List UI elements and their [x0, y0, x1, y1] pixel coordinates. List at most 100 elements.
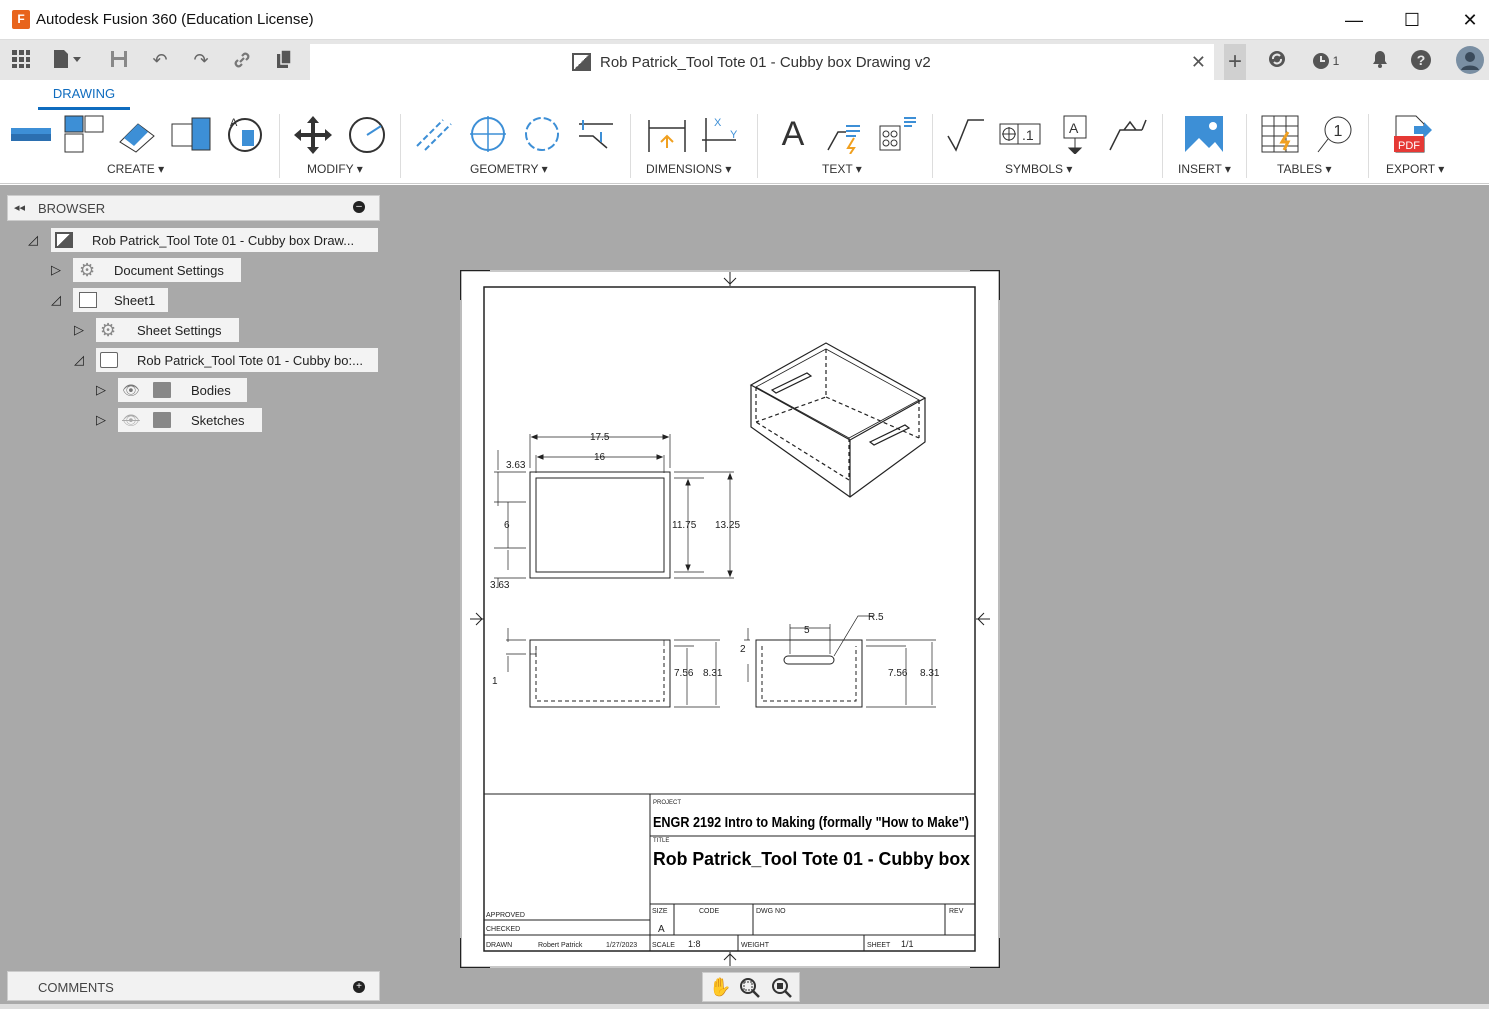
- extensions-icon[interactable]: [1266, 49, 1288, 71]
- document-tab[interactable]: Rob Patrick_Tool Tote 01 - Cubby box Dra…: [310, 44, 1214, 80]
- section-view-icon[interactable]: [116, 114, 158, 154]
- user-avatar[interactable]: [1455, 45, 1485, 75]
- data-panel-grid-icon[interactable]: [10, 49, 32, 71]
- group-export[interactable]: EXPORT ▾: [1386, 162, 1444, 176]
- browser-sketches[interactable]: 👁 Sketches: [118, 408, 262, 432]
- help-icon[interactable]: ?: [1410, 49, 1432, 71]
- expand-triangle-icon[interactable]: ▷: [74, 322, 84, 338]
- datum-identifier-icon[interactable]: A: [1054, 114, 1096, 155]
- text-icon[interactable]: A: [772, 114, 814, 154]
- expand-triangle-icon[interactable]: ◿: [51, 292, 61, 308]
- group-geometry[interactable]: GEOMETRY ▾: [470, 162, 548, 176]
- tree-label: Rob Patrick_Tool Tote 01 - Cubby bo:...: [137, 353, 363, 368]
- window-title: Autodesk Fusion 360 (Education License): [36, 11, 314, 28]
- visibility-eye-icon[interactable]: 👁: [122, 382, 140, 398]
- group-text[interactable]: TEXT ▾: [822, 162, 862, 176]
- ribbon-separator: [279, 114, 280, 178]
- browser-component-view[interactable]: Rob Patrick_Tool Tote 01 - Cubby bo:...: [96, 348, 378, 372]
- zoom-window-icon[interactable]: [739, 977, 761, 1004]
- dwgno-label: DWG NO: [756, 908, 786, 915]
- expand-triangle-icon[interactable]: ▷: [51, 262, 61, 278]
- expand-triangle-icon[interactable]: ▷: [96, 412, 106, 428]
- file-menu-icon[interactable]: [52, 49, 81, 71]
- redo-icon[interactable]: ↷: [190, 49, 212, 71]
- leader-icon[interactable]: [824, 114, 866, 155]
- visibility-hidden-icon[interactable]: 👁: [122, 412, 140, 428]
- maximize-button[interactable]: ☐: [1389, 4, 1435, 36]
- table-icon[interactable]: [1260, 114, 1302, 154]
- browser-root-document[interactable]: Rob Patrick_Tool Tote 01 - Cubby box Dra…: [51, 228, 378, 252]
- tree-label: Document Settings: [114, 263, 224, 278]
- surface-texture-icon[interactable]: [944, 114, 986, 154]
- feature-control-frame-icon[interactable]: .1: [998, 114, 1041, 154]
- job-status-icon[interactable]: 1: [1308, 49, 1342, 71]
- welding-symbol-icon[interactable]: [1106, 114, 1148, 154]
- balloon-icon[interactable]: 1: [1314, 114, 1356, 154]
- centerline-icon[interactable]: [413, 114, 455, 154]
- group-tables[interactable]: TABLES ▾: [1277, 162, 1332, 176]
- notifications-bell-icon[interactable]: [1369, 49, 1391, 71]
- add-comment-icon[interactable]: +: [353, 981, 365, 993]
- comments-panel[interactable]: COMMENTS +: [7, 971, 380, 1001]
- insert-image-icon[interactable]: [1183, 114, 1225, 154]
- group-dimensions[interactable]: DIMENSIONS ▾: [646, 162, 731, 176]
- browser-sheet1[interactable]: Sheet1: [73, 288, 168, 312]
- close-window-button[interactable]: ✕: [1447, 4, 1489, 36]
- group-modify[interactable]: MODIFY ▾: [307, 162, 363, 176]
- svg-text:.1: .1: [1022, 127, 1034, 143]
- ordinate-dimension-icon[interactable]: XY: [700, 114, 742, 154]
- pan-hand-icon[interactable]: ✋: [709, 977, 731, 998]
- gear-icon: ⚙: [100, 320, 117, 340]
- ribbon-separator: [1162, 114, 1163, 178]
- edge-extension-icon[interactable]: [575, 114, 617, 154]
- dim-front-h-in: 7.56: [674, 668, 694, 679]
- detail-view-icon[interactable]: [170, 114, 212, 154]
- dim-slot-len: 5: [804, 625, 810, 636]
- status-strip: [0, 1004, 1489, 1009]
- expand-triangle-icon[interactable]: ◿: [74, 352, 84, 368]
- link-icon[interactable]: [231, 49, 253, 71]
- break-view-icon[interactable]: A: [224, 114, 266, 154]
- drawing-svg: 17.5 16 3.63 6 3.63 11.75 13.25 1 7.56 8…: [459, 269, 1001, 969]
- dim-front-h-out: 8.31: [703, 668, 723, 679]
- expand-triangle-icon[interactable]: ◿: [28, 232, 38, 248]
- drawing-sheet[interactable]: 17.5 16 3.63 6 3.63 11.75 13.25 1 7.56 8…: [459, 269, 1001, 969]
- pdf-export-icon[interactable]: PDF: [1392, 114, 1434, 154]
- close-tab-icon[interactable]: ✕: [1191, 52, 1206, 73]
- base-view-icon[interactable]: [10, 114, 52, 154]
- undo-icon[interactable]: ↶: [149, 49, 171, 71]
- size-value: A: [658, 924, 665, 935]
- dimension-icon[interactable]: [646, 114, 688, 154]
- note-icon[interactable]: [876, 114, 918, 154]
- dim-mid: 6: [504, 520, 510, 531]
- move-icon[interactable]: [292, 114, 334, 154]
- ribbon-separator: [932, 114, 933, 178]
- zoom-icon[interactable]: [771, 977, 793, 1004]
- browser-document-settings[interactable]: ⚙ Document Settings: [73, 258, 241, 282]
- title-label: TITLE: [653, 838, 669, 844]
- tree-label: Sheet Settings: [137, 323, 222, 338]
- new-tab-button[interactable]: +: [1224, 44, 1246, 80]
- save-icon[interactable]: [108, 49, 130, 71]
- collapse-browser-icon[interactable]: ◂◂: [14, 201, 25, 214]
- rotate-icon[interactable]: [345, 114, 387, 154]
- group-symbols[interactable]: SYMBOLS ▾: [1005, 162, 1072, 176]
- checked-label: CHECKED: [486, 926, 520, 933]
- group-create[interactable]: CREATE ▾: [107, 162, 164, 176]
- center-mark-pattern-icon[interactable]: [521, 114, 563, 154]
- ribbon-separator: [1246, 114, 1247, 178]
- browser-panel-header[interactable]: ◂◂ BROWSER –: [7, 195, 380, 221]
- group-insert[interactable]: INSERT ▾: [1178, 162, 1231, 176]
- center-mark-icon[interactable]: [467, 114, 509, 154]
- weight-label: WEIGHT: [741, 942, 770, 949]
- browser-sheet-settings[interactable]: ⚙ Sheet Settings: [96, 318, 239, 342]
- clipboard-icon[interactable]: [273, 49, 295, 71]
- tab-drawing[interactable]: DRAWING: [38, 86, 130, 101]
- expand-triangle-icon[interactable]: ▷: [96, 382, 106, 398]
- minimize-button[interactable]: —: [1331, 4, 1377, 36]
- svg-text:?: ?: [1417, 52, 1426, 68]
- projected-view-icon[interactable]: [62, 114, 104, 154]
- dim-bot-off: 3.63: [490, 580, 510, 591]
- browser-bodies[interactable]: 👁 Bodies: [118, 378, 247, 402]
- minimize-panel-icon[interactable]: –: [353, 201, 365, 213]
